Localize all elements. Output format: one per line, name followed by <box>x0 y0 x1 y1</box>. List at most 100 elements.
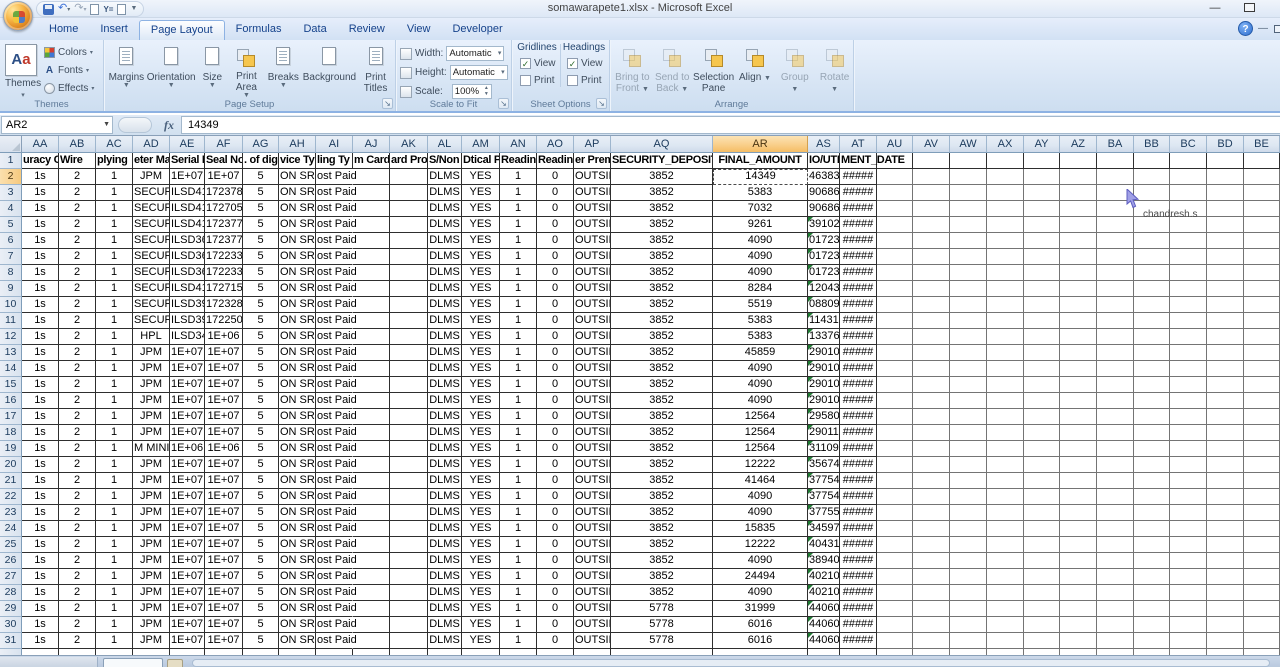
cell-AG13[interactable]: 5 <box>243 345 279 361</box>
cell-BD23[interactable] <box>1207 505 1244 521</box>
cell-AN23[interactable]: 1 <box>500 505 537 521</box>
tab-review[interactable]: Review <box>338 20 396 40</box>
cell-AC29[interactable]: 1 <box>96 601 133 617</box>
cell-AC27[interactable]: 1 <box>96 569 133 585</box>
cell-AF6[interactable]: 172377 <box>205 233 243 249</box>
cell-AV17[interactable] <box>913 409 950 425</box>
cell-AK22[interactable] <box>390 489 428 505</box>
cell-AS20[interactable]: 356741 <box>808 457 840 473</box>
cell-AT13[interactable]: ##### <box>840 345 877 361</box>
cell-AS9[interactable]: 120432 <box>808 281 840 297</box>
colors-button[interactable]: Colors▾ <box>44 44 93 61</box>
cell-AU11[interactable] <box>877 313 913 329</box>
cell-AH1[interactable]: vice Ty <box>279 153 316 169</box>
cell-AH31[interactable]: ON SRB <box>279 633 316 649</box>
cell-BB22[interactable] <box>1134 489 1170 505</box>
cell-AV23[interactable] <box>913 505 950 521</box>
cell-AJ3[interactable] <box>353 185 390 201</box>
cell-AZ30[interactable] <box>1060 617 1097 633</box>
cell-AM6[interactable]: YES <box>462 233 500 249</box>
cell-BD10[interactable] <box>1207 297 1244 313</box>
cell-AT17[interactable]: ##### <box>840 409 877 425</box>
workbook-restore-icon[interactable] <box>1274 25 1280 33</box>
cell-AF18[interactable]: 1E+07 <box>205 425 243 441</box>
cell-AK5[interactable] <box>390 217 428 233</box>
cell-AU9[interactable] <box>877 281 913 297</box>
column-header-AD[interactable]: AD <box>133 136 170 153</box>
cell-AE8[interactable]: ILSD362 <box>170 265 205 281</box>
cell-AA21[interactable]: 1s <box>22 473 59 489</box>
cell-AI11[interactable]: ost Paid <box>316 313 353 329</box>
row-header-18[interactable]: 18 <box>0 425 22 441</box>
headings-view-checkbox[interactable]: ✓ View <box>561 55 607 72</box>
cell-AX18[interactable] <box>987 425 1024 441</box>
cell-AD17[interactable]: JPM <box>133 409 170 425</box>
row-header-9[interactable]: 9 <box>0 281 22 297</box>
cell-AW24[interactable] <box>950 521 987 537</box>
cell-AI24[interactable]: ost Paid <box>316 521 353 537</box>
cell-BA21[interactable] <box>1097 473 1134 489</box>
cell-AH21[interactable]: ON SRB <box>279 473 316 489</box>
sheet-options-dialog-launcher-icon[interactable]: ↘ <box>596 98 607 109</box>
cell-AS24[interactable]: 345971 <box>808 521 840 537</box>
cell-AJ14[interactable] <box>353 361 390 377</box>
cell-AW7[interactable] <box>950 249 987 265</box>
column-header-AZ[interactable]: AZ <box>1060 136 1097 153</box>
cell-AR16[interactable]: 4090 <box>713 393 808 409</box>
cell-AM11[interactable]: YES <box>462 313 500 329</box>
cell-BD19[interactable] <box>1207 441 1244 457</box>
cell-AX9[interactable] <box>987 281 1024 297</box>
cell-AQ25[interactable]: 3852 <box>611 537 713 553</box>
cell-BD24[interactable] <box>1207 521 1244 537</box>
cell-AR20[interactable]: 12222 <box>713 457 808 473</box>
cell-AJ19[interactable] <box>353 441 390 457</box>
cell-AL3[interactable]: DLMS <box>428 185 462 201</box>
cell-AX14[interactable] <box>987 361 1024 377</box>
cell-AF7[interactable]: 172233 <box>205 249 243 265</box>
cell-AJ20[interactable] <box>353 457 390 473</box>
cell-AQ29[interactable]: 5778 <box>611 601 713 617</box>
cell-AW29[interactable] <box>950 601 987 617</box>
cell-AL24[interactable]: DLMS <box>428 521 462 537</box>
cell-BE8[interactable] <box>1244 265 1280 281</box>
orientation-button[interactable]: Orientation▼ <box>147 42 196 99</box>
cell-AZ15[interactable] <box>1060 377 1097 393</box>
cell-AC9[interactable]: 1 <box>96 281 133 297</box>
cell-AK18[interactable] <box>390 425 428 441</box>
cell-AV14[interactable] <box>913 361 950 377</box>
cell-AE31[interactable]: 1E+07 <box>170 633 205 649</box>
cell-AH13[interactable]: ON SRB <box>279 345 316 361</box>
cell-AC4[interactable]: 1 <box>96 201 133 217</box>
column-header-AN[interactable]: AN <box>500 136 537 153</box>
cell-AL7[interactable]: DLMS <box>428 249 462 265</box>
cell-AX17[interactable] <box>987 409 1024 425</box>
cell-AE10[interactable]: ILSD392 <box>170 297 205 313</box>
cell-AT28[interactable]: ##### <box>840 585 877 601</box>
selection-pane-button[interactable]: Selection Pane <box>694 42 734 99</box>
cell-AY11[interactable] <box>1024 313 1060 329</box>
cell-AF16[interactable]: 1E+07 <box>205 393 243 409</box>
cell-AL27[interactable]: DLMS <box>428 569 462 585</box>
cell-AX23[interactable] <box>987 505 1024 521</box>
cell-AH8[interactable]: ON SRB <box>279 265 316 281</box>
tab-developer[interactable]: Developer <box>441 20 513 40</box>
cell-AF12[interactable]: 1E+06 <box>205 329 243 345</box>
cell-AT22[interactable]: ##### <box>840 489 877 505</box>
cell-AR3[interactable]: 5383 <box>713 185 808 201</box>
cell-AE17[interactable]: 1E+07 <box>170 409 205 425</box>
cell-AH4[interactable]: ON SRB <box>279 201 316 217</box>
cell-AL29[interactable]: DLMS <box>428 601 462 617</box>
cell-AL13[interactable]: DLMS <box>428 345 462 361</box>
cell-BB6[interactable] <box>1134 233 1170 249</box>
cell-AG25[interactable]: 5 <box>243 537 279 553</box>
cell-AU6[interactable] <box>877 233 913 249</box>
cell-BA9[interactable] <box>1097 281 1134 297</box>
cell-AO1[interactable]: Reading <box>537 153 574 169</box>
cell-AJ12[interactable] <box>353 329 390 345</box>
cell-AU3[interactable] <box>877 185 913 201</box>
cell-AH10[interactable]: ON SRB <box>279 297 316 313</box>
cell-AB30[interactable]: 2 <box>59 617 96 633</box>
cell-BB26[interactable] <box>1134 553 1170 569</box>
cell-AR14[interactable]: 4090 <box>713 361 808 377</box>
cell-AH16[interactable]: ON SRB <box>279 393 316 409</box>
